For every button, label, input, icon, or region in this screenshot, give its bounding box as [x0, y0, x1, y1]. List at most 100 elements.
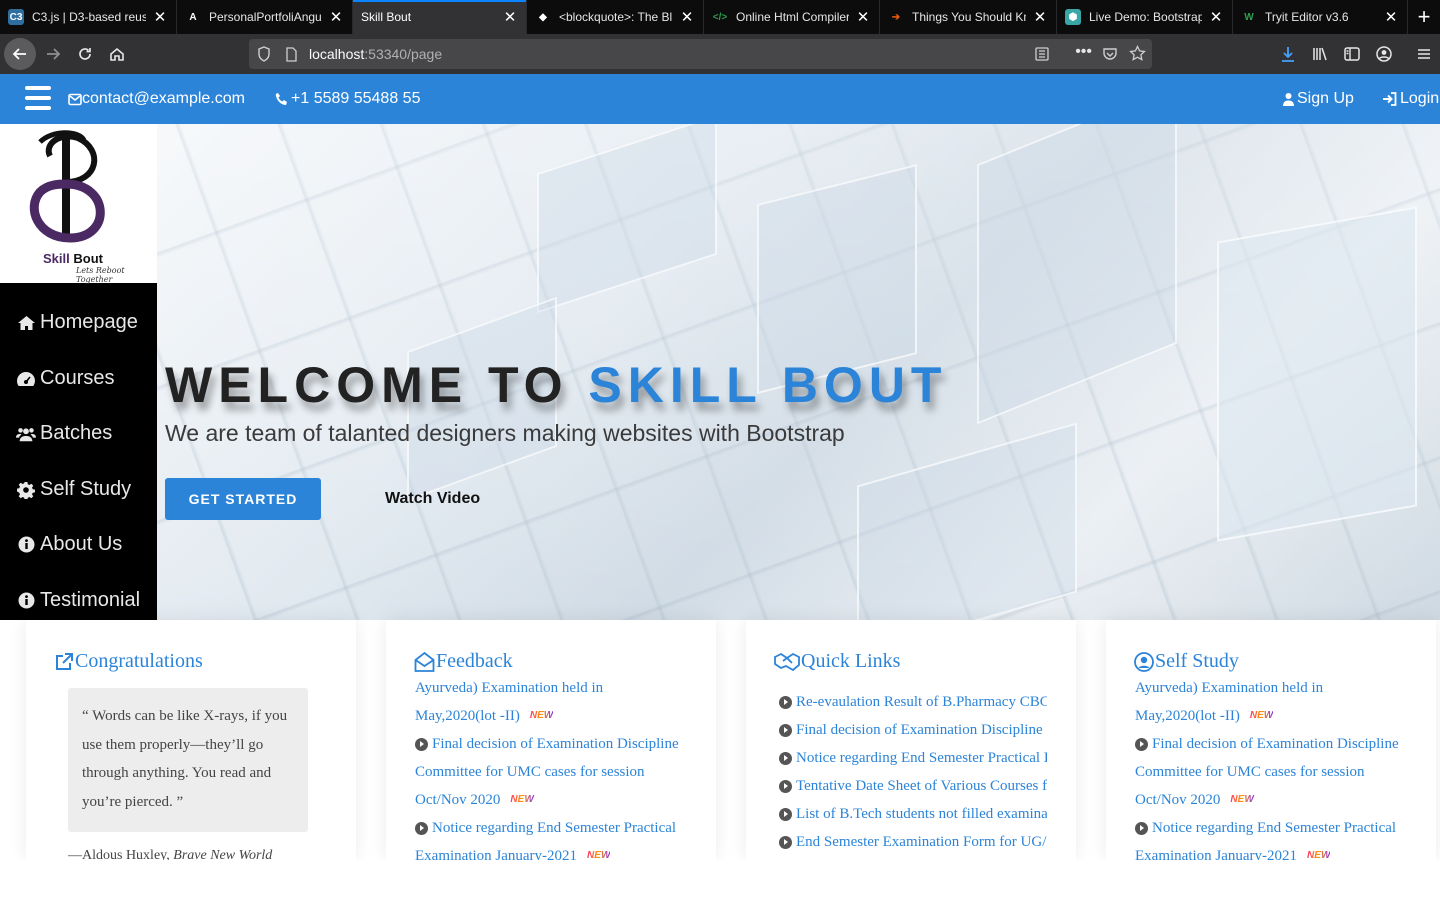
list-item[interactable]: Committee for UMC cases for session — [415, 758, 695, 786]
sidebar: Skill Bout Lets Reboot Together Homepage… — [0, 124, 157, 620]
card-title[interactable]: Self Study — [1134, 650, 1239, 673]
list-item[interactable]: Notice regarding End Semester Practical — [415, 814, 695, 842]
new-badge: NEW — [510, 786, 533, 814]
hamburger-menu-icon — [1418, 49, 1430, 59]
list-item[interactable]: Final decision of Examination Discipline — [415, 730, 695, 758]
home-button[interactable] — [101, 38, 133, 70]
sidebar-item-label: About Us — [40, 533, 123, 555]
list-item[interactable]: End Semester Examination Form for UG/PG — [779, 828, 1047, 856]
tab-title: C3.js | D3-based reus — [32, 10, 146, 24]
tab-title: Things You Should Kn — [912, 10, 1026, 24]
download-icon — [1282, 47, 1294, 62]
reader-view-icon[interactable] — [1034, 46, 1050, 65]
list-item[interactable]: Final decision of Examination Discipline… — [779, 716, 1047, 744]
forward-button[interactable] — [37, 38, 69, 70]
login-link[interactable]: Login — [1382, 90, 1439, 108]
sidebar-item-self-study[interactable]: Self Study — [16, 478, 131, 501]
list-item[interactable]: Final decision of Examination Discipline — [1135, 730, 1415, 758]
user-circle-icon — [1134, 651, 1154, 672]
close-icon[interactable]: ✕ — [855, 8, 871, 26]
address-bar[interactable]: localhost:53340/page ••• — [249, 39, 1152, 69]
sidebar-item-label: Batches — [40, 422, 113, 444]
watch-video-link[interactable]: Watch Video — [385, 490, 480, 508]
browser-tab[interactable]: C3 C3.js | D3-based reus ✕ — [0, 0, 177, 34]
list-item[interactable]: Ayurveda) Examination held in — [1135, 674, 1415, 702]
downloads-button[interactable] — [1272, 38, 1304, 70]
close-icon[interactable]: ✕ — [1032, 8, 1048, 26]
login-label: Login — [1400, 90, 1440, 107]
phone-text: +1 5589 55488 55 — [291, 90, 421, 107]
more-actions-icon[interactable]: ••• — [1075, 43, 1092, 61]
gear-icon — [16, 481, 36, 499]
signup-label: Sign Up — [1297, 90, 1354, 107]
list-item[interactable]: Examination January-2021 NEW — [415, 842, 695, 860]
signup-link[interactable]: Sign Up — [1283, 90, 1354, 108]
card-title[interactable]: Quick Links — [774, 650, 900, 673]
handshake-icon — [774, 652, 800, 671]
library-button[interactable] — [1304, 38, 1336, 70]
bookmark-star-icon[interactable] — [1129, 44, 1146, 65]
new-badge: NEW — [1250, 702, 1273, 730]
mdn-icon: ◆ — [539, 11, 547, 23]
get-started-button[interactable]: GET STARTED — [165, 478, 321, 520]
list-item[interactable]: List of B.Tech students not filled exami… — [779, 800, 1047, 828]
quick-links-list: Re-evaulation Result of B.Pharmacy CBCS … — [779, 688, 1047, 856]
site-topbar: contact@example.com +1 5589 55488 55 Sig… — [0, 74, 1440, 124]
new-tab-button[interactable]: + — [1408, 0, 1440, 34]
sidebar-item-batches[interactable]: Batches — [16, 422, 112, 445]
email-link[interactable]: contact@example.com — [68, 90, 245, 108]
back-button[interactable] — [4, 38, 36, 70]
phone-link[interactable]: +1 5589 55488 55 — [275, 90, 420, 108]
sidebar-item-testimonial[interactable]: Testimonial — [16, 589, 140, 612]
arrow-circle-icon — [779, 751, 792, 765]
list-item[interactable]: Examination January-2021 NEW — [1135, 842, 1415, 860]
angular-a-icon: A — [189, 11, 197, 23]
dashboard-icon — [16, 371, 36, 387]
list-item[interactable]: Oct/Nov 2020 NEW — [415, 786, 695, 814]
sidebar-item-courses[interactable]: Courses — [16, 367, 114, 390]
shield-icon[interactable] — [257, 46, 271, 62]
list-item[interactable]: Committee for UMC cases for session — [1135, 758, 1415, 786]
reload-button[interactable] — [69, 38, 101, 70]
close-icon[interactable]: ✕ — [502, 8, 518, 26]
feedback-list: Ayurveda) Examination held in May,2020(l… — [415, 674, 695, 860]
browser-tab[interactable]: ◆ <blockquote>: The Bl ✕ — [527, 0, 704, 34]
menu-button[interactable] — [1408, 38, 1440, 70]
envelope-icon — [68, 93, 82, 105]
skill-bout-logo-mark — [29, 130, 105, 243]
tab-title: PersonalPortfoliAngul — [209, 10, 322, 24]
pocket-icon[interactable] — [1102, 46, 1118, 65]
sidebar-item-about-us[interactable]: About Us — [16, 533, 122, 556]
sidebar-item-homepage[interactable]: Homepage — [16, 311, 138, 334]
close-icon[interactable]: ✕ — [679, 8, 695, 26]
quick-links-card: Quick Links Re-evaulation Result of B.Ph… — [746, 620, 1076, 860]
list-item[interactable]: Notice regarding End Semester Practical — [1135, 814, 1415, 842]
card-title[interactable]: Congratulations — [54, 650, 203, 673]
browser-tab[interactable]: W Tryit Editor v3.6 ✕ — [1233, 0, 1408, 34]
browser-tab[interactable]: ⬢ Live Demo: Bootstrap ✕ — [1057, 0, 1233, 34]
list-item[interactable]: Ayurveda) Examination held in — [415, 674, 695, 702]
browser-tab[interactable]: A PersonalPortfoliAngul ✕ — [177, 0, 353, 34]
list-item[interactable]: May,2020(lot -II) NEW — [415, 702, 695, 730]
browser-tab[interactable]: </> Online Html Compiler ✕ — [704, 0, 880, 34]
sidebar-item-label: Courses — [40, 367, 115, 389]
arrow-circle-icon — [1135, 737, 1148, 751]
list-item[interactable]: Tentative Date Sheet of Various Courses … — [779, 772, 1047, 800]
list-item[interactable]: Oct/Nov 2020 NEW — [1135, 786, 1415, 814]
close-icon[interactable]: ✕ — [1208, 8, 1224, 26]
list-item[interactable]: Re-evaulation Result of B.Pharmacy CBCS — [779, 688, 1047, 716]
close-icon[interactable]: ✕ — [152, 8, 168, 26]
phone-icon — [275, 93, 287, 105]
menu-toggle-icon[interactable] — [25, 86, 51, 110]
browser-tab-active[interactable]: Skill Bout ✕ — [353, 0, 527, 34]
browser-tab[interactable]: ➔ Things You Should Kn ✕ — [880, 0, 1057, 34]
external-link-icon — [56, 652, 73, 670]
list-item[interactable]: May,2020(lot -II) NEW — [1135, 702, 1415, 730]
skill-bout-logo[interactable]: Skill Bout Lets Reboot Together — [0, 124, 157, 284]
sidebar-toggle-button[interactable] — [1336, 38, 1368, 70]
card-title[interactable]: Feedback — [414, 650, 513, 673]
account-button[interactable] — [1368, 38, 1400, 70]
list-item[interactable]: Notice regarding End Semester Practical … — [779, 744, 1047, 772]
close-icon[interactable]: ✕ — [328, 8, 344, 26]
close-icon[interactable]: ✕ — [1383, 8, 1399, 26]
